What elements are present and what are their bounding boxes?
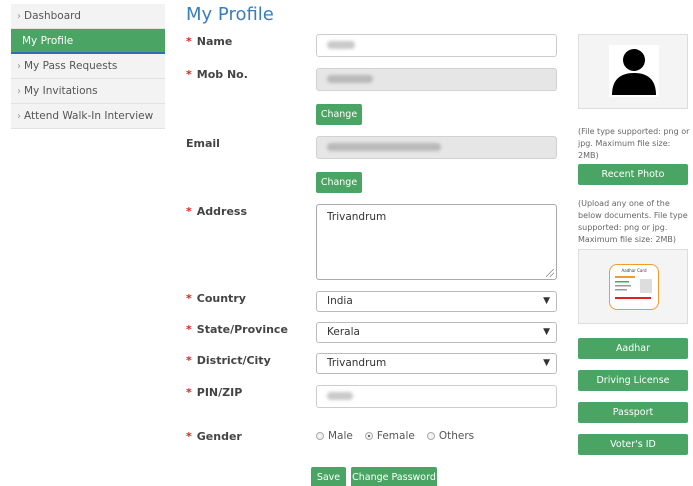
page-title: My Profile	[186, 4, 274, 25]
required-asterisk: *	[186, 430, 192, 443]
recent-photo-button[interactable]: Recent Photo	[578, 164, 688, 185]
redacted-value	[327, 75, 373, 83]
change-password-button[interactable]: Change Password	[351, 467, 437, 486]
avatar	[609, 45, 659, 97]
photo-file-note: (File type supported: png or jpg. Maximu…	[578, 127, 690, 160]
state-select[interactable]: Kerala ▼	[316, 322, 557, 343]
profile-photo-preview	[578, 34, 688, 109]
sidebar-nav: › Dashboard My Profile › My Pass Requests …	[11, 4, 165, 129]
id-card-graphic-icon	[615, 276, 652, 299]
radio-label: Male	[328, 430, 353, 442]
chevron-right-icon: ›	[17, 86, 21, 97]
gender-label: * Gender	[186, 430, 242, 443]
sidebar-item-label: My Invitations	[24, 85, 98, 97]
required-asterisk: *	[186, 323, 192, 336]
sidebar-item-label: My Pass Requests	[24, 60, 118, 72]
address-value: Trivandrum	[327, 211, 387, 223]
change-email-button[interactable]: Change	[316, 172, 362, 193]
radio-button[interactable]	[316, 432, 324, 440]
required-asterisk: *	[186, 68, 192, 81]
redacted-value	[327, 41, 355, 49]
sidebar-item-label: Attend Walk-In Interview	[24, 110, 154, 122]
email-input[interactable]	[316, 136, 557, 159]
district-value: Trivandrum	[327, 357, 387, 369]
aadhar-card-thumbnail: Aadhar Card	[609, 264, 659, 310]
chevron-right-icon: ›	[17, 61, 21, 72]
gender-label-text: Gender	[196, 430, 242, 443]
country-label-text: Country	[196, 292, 246, 305]
sidebar-item-my-pass-requests[interactable]: › My Pass Requests	[11, 54, 165, 79]
radio-button[interactable]	[426, 432, 435, 440]
gender-radio-group: Male Female Others	[316, 430, 474, 442]
radio-label: Others	[438, 430, 475, 442]
pin-label: * PIN/ZIP	[186, 386, 242, 399]
dropdown-arrow-icon: ▼	[543, 358, 550, 368]
required-asterisk: *	[186, 35, 192, 48]
driving-license-button[interactable]: Driving License	[578, 370, 688, 391]
address-label: * Address	[186, 205, 247, 218]
name-label-text: Name	[196, 35, 233, 48]
address-label-text: Address	[196, 205, 248, 218]
redacted-value	[327, 392, 353, 400]
passport-button[interactable]: Passport	[578, 402, 688, 423]
chevron-right-icon: ›	[17, 111, 21, 122]
aadhar-button[interactable]: Aadhar	[578, 338, 688, 359]
sidebar-item-walk-in-interview[interactable]: › Attend Walk-In Interview	[11, 104, 165, 129]
country-value: India	[327, 295, 353, 307]
state-value: Kerala	[327, 326, 360, 338]
required-asterisk: *	[186, 205, 192, 218]
district-select[interactable]: Trivandrum ▼	[316, 353, 557, 374]
sidebar-item-label: My Profile	[22, 35, 74, 47]
email-label: Email	[186, 137, 220, 150]
document-preview: Aadhar Card	[578, 249, 688, 324]
sidebar-item-label: Dashboard	[24, 10, 81, 22]
country-label: * Country	[186, 292, 246, 305]
voters-id-button[interactable]: Voter's ID	[578, 434, 688, 455]
gender-option-female[interactable]: Female	[364, 430, 415, 442]
district-label-text: District/City	[196, 354, 271, 367]
state-label: * State/Province	[186, 323, 288, 336]
state-label-text: State/Province	[196, 323, 288, 336]
documents-file-note: (Upload any one of the below documents. …	[578, 199, 688, 244]
radio-label: Female	[376, 430, 415, 442]
chevron-right-icon: ›	[17, 11, 21, 22]
address-textarea[interactable]: Trivandrum	[316, 204, 557, 280]
save-button[interactable]: Save	[311, 467, 346, 486]
required-asterisk: *	[186, 386, 192, 399]
dropdown-arrow-icon: ▼	[543, 327, 550, 337]
name-input[interactable]	[316, 34, 557, 57]
required-asterisk: *	[186, 354, 192, 367]
user-silhouette-icon	[612, 49, 656, 95]
redacted-value	[327, 143, 441, 151]
resize-handle-icon[interactable]	[546, 269, 554, 277]
sidebar-item-my-profile[interactable]: My Profile	[11, 29, 165, 54]
radio-button-checked[interactable]	[364, 432, 373, 440]
mobile-input[interactable]	[316, 68, 557, 91]
sidebar-item-my-invitations[interactable]: › My Invitations	[11, 79, 165, 104]
required-asterisk: *	[186, 292, 192, 305]
gender-option-male[interactable]: Male	[316, 430, 353, 442]
name-label: * Name	[186, 35, 232, 48]
dropdown-arrow-icon: ▼	[543, 296, 550, 306]
country-select[interactable]: India ▼	[316, 291, 557, 312]
pin-input[interactable]	[316, 385, 557, 408]
sidebar-item-dashboard[interactable]: › Dashboard	[11, 4, 165, 29]
district-label: * District/City	[186, 354, 271, 367]
pin-label-text: PIN/ZIP	[196, 386, 243, 399]
mobile-label: * Mob No.	[186, 68, 248, 81]
gender-option-others[interactable]: Others	[426, 430, 475, 442]
mobile-label-text: Mob No.	[196, 68, 248, 81]
email-label-text: Email	[186, 137, 220, 150]
change-mobile-button[interactable]: Change	[316, 104, 362, 125]
